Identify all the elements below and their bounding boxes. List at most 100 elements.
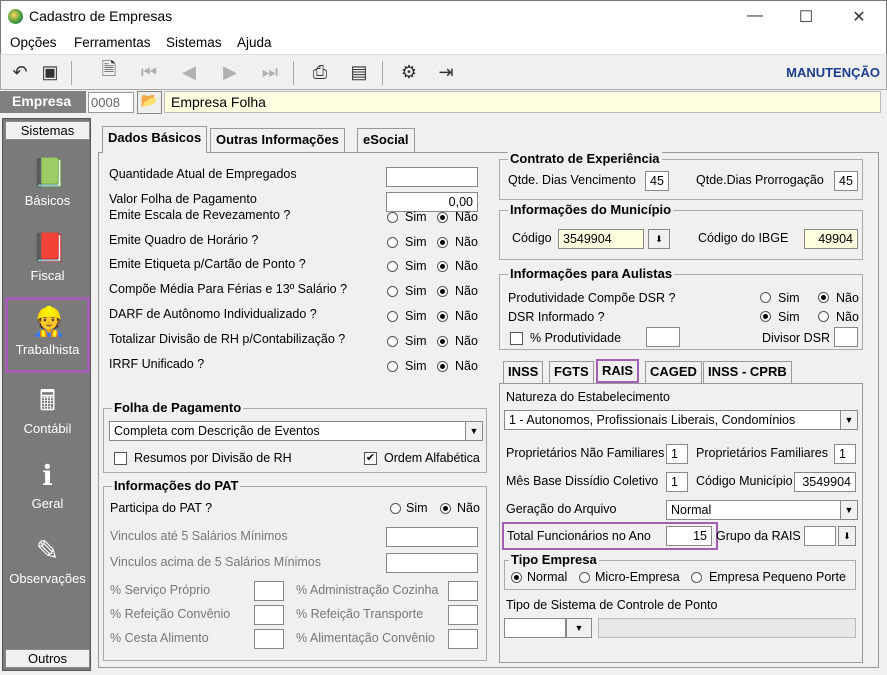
folha-select[interactable]: Completa com Descrição de Eventos bbox=[109, 421, 466, 441]
download-icon[interactable]: ⬇ bbox=[648, 229, 670, 249]
menu-ferramentas[interactable]: Ferramentas bbox=[74, 35, 151, 50]
prorr-field[interactable]: 45 bbox=[834, 171, 858, 191]
tools-icon[interactable]: ⚙ bbox=[396, 59, 422, 85]
close-button[interactable]: ✕ bbox=[849, 7, 869, 27]
venc-label: Qtde. Dias Vencimento bbox=[508, 173, 636, 187]
pat-serv-field[interactable] bbox=[254, 581, 284, 601]
tab-outras-informacoes[interactable]: Outras Informações bbox=[210, 128, 345, 152]
pf-field[interactable]: 1 bbox=[834, 444, 856, 464]
question-nao-radio[interactable] bbox=[437, 261, 448, 272]
qtd-field[interactable] bbox=[386, 167, 478, 187]
sidebar-footer[interactable]: Outros bbox=[5, 649, 90, 668]
mes-field[interactable]: 1 bbox=[666, 472, 688, 492]
next-icon[interactable]: ▶ bbox=[217, 59, 243, 85]
pct-checkbox[interactable] bbox=[510, 332, 523, 345]
subtab-caged[interactable]: CAGED bbox=[645, 361, 702, 383]
question-nao-radio[interactable] bbox=[437, 361, 448, 372]
pat-sim-radio[interactable] bbox=[390, 503, 401, 514]
preview-icon[interactable]: 🗎 bbox=[96, 59, 122, 85]
menu-sistemas[interactable]: Sistemas bbox=[166, 35, 222, 50]
empresa-name-field[interactable]: Empresa Folha bbox=[164, 91, 881, 113]
question-sim-radio[interactable] bbox=[387, 336, 398, 347]
save-icon[interactable]: ▣ bbox=[37, 59, 63, 85]
pct-field[interactable] bbox=[646, 327, 680, 347]
download-icon[interactable]: ⬇ bbox=[838, 526, 856, 546]
pat-adm-field[interactable] bbox=[448, 581, 478, 601]
undo-icon[interactable]: ↶ bbox=[7, 59, 33, 85]
question-nao-radio[interactable] bbox=[437, 237, 448, 248]
open-folder-icon[interactable]: 📂 bbox=[137, 91, 162, 114]
prev-icon[interactable]: ◀ bbox=[176, 59, 202, 85]
total-field[interactable]: 15 bbox=[666, 526, 712, 546]
sidebar-item-basicos[interactable]: 📗 Básicos bbox=[5, 149, 90, 219]
exit-icon[interactable]: ⇥ bbox=[433, 59, 459, 85]
ordem-label: Ordem Alfabética bbox=[384, 451, 480, 465]
question-nao-radio[interactable] bbox=[437, 212, 448, 223]
geracao-select[interactable]: Normal bbox=[666, 500, 842, 520]
sidebar-item-fiscal[interactable]: 📕 Fiscal bbox=[5, 224, 90, 294]
print-icon[interactable]: ⎙ bbox=[307, 59, 333, 85]
radio-label: Sim bbox=[406, 501, 428, 515]
first-icon[interactable]: ⏮ bbox=[136, 59, 162, 85]
chevron-down-icon[interactable]: ▼ bbox=[465, 421, 483, 441]
ponto-select[interactable] bbox=[504, 618, 566, 638]
menu-ajuda[interactable]: Ajuda bbox=[237, 35, 272, 50]
sidebar-header[interactable]: Sistemas bbox=[5, 121, 90, 140]
sidebar-item-trabalhista[interactable]: 👷 Trabalhista bbox=[5, 297, 90, 373]
question-sim-radio[interactable] bbox=[387, 212, 398, 223]
pat-v5-field[interactable] bbox=[386, 527, 478, 547]
chevron-down-icon[interactable]: ▼ bbox=[840, 410, 858, 430]
chevron-down-icon[interactable]: ▼ bbox=[840, 500, 858, 520]
menu-opcoes[interactable]: Opções bbox=[10, 35, 57, 50]
question-nao-radio[interactable] bbox=[437, 336, 448, 347]
divisor-field[interactable] bbox=[834, 327, 858, 347]
codmun-field[interactable]: 3549904 bbox=[794, 472, 856, 492]
dsr-nao-radio[interactable] bbox=[818, 311, 829, 322]
valor-field[interactable]: 0,00 bbox=[386, 192, 478, 212]
chevron-down-icon[interactable]: ▼ bbox=[566, 618, 592, 638]
pat-nao-radio[interactable] bbox=[440, 503, 451, 514]
question-sim-radio[interactable] bbox=[387, 361, 398, 372]
question-sim-radio[interactable] bbox=[387, 286, 398, 297]
subtab-inss[interactable]: INSS bbox=[503, 361, 544, 383]
question-sim-radio[interactable] bbox=[387, 311, 398, 322]
venc-field[interactable]: 45 bbox=[645, 171, 669, 191]
report-icon[interactable]: ▤ bbox=[346, 59, 372, 85]
grupo-field[interactable] bbox=[804, 526, 836, 546]
maximize-button[interactable]: ☐ bbox=[796, 7, 816, 27]
tipo-epp-radio[interactable] bbox=[691, 572, 702, 583]
prod-nao-radio[interactable] bbox=[818, 292, 829, 303]
codigo-field[interactable]: 3549904 bbox=[558, 229, 644, 249]
minimize-button[interactable]: — bbox=[745, 7, 765, 25]
tipo-micro-radio[interactable] bbox=[579, 572, 590, 583]
pnf-field[interactable]: 1 bbox=[666, 444, 688, 464]
ibge-field[interactable]: 49904 bbox=[804, 229, 858, 249]
question-sim-radio[interactable] bbox=[387, 237, 398, 248]
subtab-rais[interactable]: RAIS bbox=[596, 359, 640, 383]
sidebar-item-contabil[interactable]: 🖩 Contábil bbox=[5, 377, 90, 447]
pat-alim-field[interactable] bbox=[448, 629, 478, 649]
natureza-select[interactable]: 1 - Autonomos, Profissionais Liberais, C… bbox=[504, 410, 842, 430]
question-nao-radio[interactable] bbox=[437, 311, 448, 322]
tab-esocial[interactable]: eSocial bbox=[357, 128, 415, 152]
tab-dados-basicos[interactable]: Dados Básicos bbox=[102, 126, 208, 153]
sidebar-item-observacoes[interactable]: ✎ Observações bbox=[5, 527, 90, 597]
pat-vacima-field[interactable] bbox=[386, 553, 478, 573]
question-nao-radio[interactable] bbox=[437, 286, 448, 297]
sidebar-item-geral[interactable]: ℹ Geral bbox=[5, 452, 90, 522]
prod-sim-radio[interactable] bbox=[760, 292, 771, 303]
subtab-fgts[interactable]: FGTS bbox=[549, 361, 594, 383]
pat-reft-field[interactable] bbox=[448, 605, 478, 625]
question-sim-radio[interactable] bbox=[387, 261, 398, 272]
ordem-checkbox[interactable]: ✔ bbox=[364, 452, 377, 465]
resumos-checkbox[interactable] bbox=[114, 452, 127, 465]
pat-cesta-field[interactable] bbox=[254, 629, 284, 649]
aulistas-title: Informações para Aulistas bbox=[508, 266, 675, 281]
radio-label: Sim bbox=[778, 310, 800, 324]
last-icon[interactable]: ⏭ bbox=[257, 59, 283, 85]
dsr-sim-radio[interactable] bbox=[760, 311, 771, 322]
tipo-normal-radio[interactable] bbox=[511, 572, 522, 583]
subtab-inss-cprb[interactable]: INSS - CPRB bbox=[703, 361, 792, 383]
pat-refc-field[interactable] bbox=[254, 605, 284, 625]
empresa-code-field[interactable]: 0008 bbox=[88, 92, 134, 113]
